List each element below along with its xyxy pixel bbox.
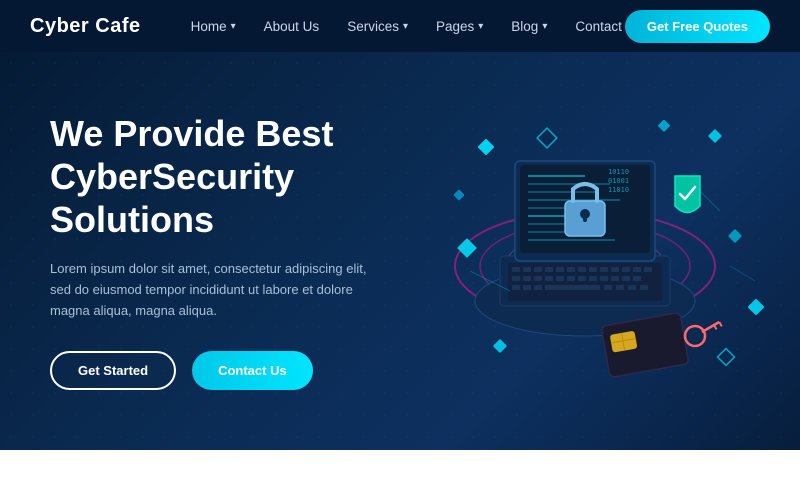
get-started-button[interactable]: Get Started: [50, 351, 176, 390]
hero-content: We Provide Best CyberSecurity Solutions …: [50, 112, 420, 391]
nav-pages[interactable]: Pages ▾: [436, 19, 483, 34]
nav-services[interactable]: Services ▾: [347, 19, 408, 34]
chevron-down-icon: ▾: [478, 21, 483, 32]
hero-description: Lorem ipsum dolor sit amet, consectetur …: [50, 259, 390, 321]
brand-logo[interactable]: Cyber Cafe: [30, 15, 141, 38]
nav-blog[interactable]: Blog ▾: [511, 19, 547, 34]
hero-section: We Provide Best CyberSecurity Solutions …: [0, 52, 800, 450]
hero-illustration: 10110 01001 11010: [410, 81, 770, 421]
nav-home[interactable]: Home ▾: [191, 19, 236, 34]
get-free-quotes-button[interactable]: Get Free Quotes: [625, 10, 770, 43]
svg-text:01001: 01001: [608, 177, 629, 185]
chevron-down-icon: ▾: [542, 21, 547, 32]
contact-us-button[interactable]: Contact Us: [192, 351, 313, 390]
nav-contact[interactable]: Contact: [575, 19, 622, 34]
nav-links: Home ▾ About Us Services ▾ Pages ▾ Blog …: [191, 19, 625, 34]
svg-text:10110: 10110: [608, 168, 629, 176]
svg-text:11010: 11010: [608, 186, 629, 194]
cybersecurity-graphic: 10110 01001 11010: [410, 81, 770, 421]
hero-title: We Provide Best CyberSecurity Solutions: [50, 112, 420, 242]
footer-strip: [0, 450, 800, 500]
navbar: Cyber Cafe Home ▾ About Us Services ▾ Pa…: [0, 0, 800, 52]
chevron-down-icon: ▾: [403, 21, 408, 32]
hero-buttons: Get Started Contact Us: [50, 351, 420, 390]
chevron-down-icon: ▾: [231, 21, 236, 32]
nav-about[interactable]: About Us: [264, 19, 320, 34]
